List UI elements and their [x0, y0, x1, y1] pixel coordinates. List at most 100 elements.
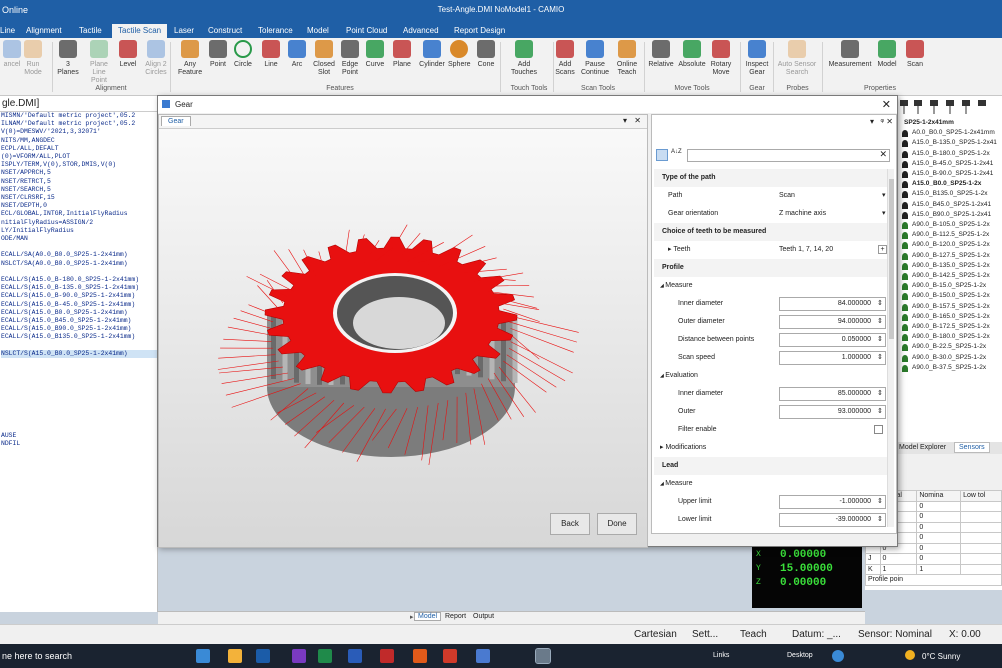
code-line[interactable]: ECALL/SA(A0.0_B0.0_SP25-1-2x41mm) [1, 251, 157, 259]
tab-alignment[interactable]: Alignment [26, 24, 62, 38]
spinner-icon[interactable]: ⇕ [877, 313, 883, 331]
tab-model[interactable]: Model [307, 24, 329, 38]
taskbar-app-icon[interactable] [380, 649, 394, 663]
tree-item[interactable]: A15.0_B-180.0_SP25-1-2x [898, 149, 1002, 159]
help-icon[interactable] [832, 650, 844, 662]
numeric-input[interactable]: 93.000000 [779, 405, 886, 419]
spinner-icon[interactable]: ⇕ [877, 349, 883, 367]
tree-item[interactable]: A90.0_B-165.0_SP25-1-2x [898, 312, 1002, 322]
close-view-icon[interactable]: ✕ [634, 116, 641, 125]
tab-laser[interactable]: Laser [174, 24, 194, 38]
tree-item[interactable]: A15.0_B90.0_SP25-1-2x41 [898, 210, 1002, 220]
tab-tactile[interactable]: Tactile [79, 24, 102, 38]
cylinder-button[interactable]: Cylinder [418, 40, 446, 69]
property-value[interactable]: Z machine axis [779, 205, 826, 223]
align-circles-button[interactable]: Align 2 Circles [144, 40, 168, 77]
numeric-input[interactable]: -39.000000 [779, 513, 886, 527]
three-planes-button[interactable]: 3 Planes [57, 40, 79, 77]
code-line[interactable]: MISMN/'Default metric project',05.2 [1, 112, 157, 120]
edit-icon[interactable]: + [878, 245, 887, 254]
code-line[interactable]: (0)=VFORM/ALL,PLOT [1, 153, 157, 161]
tree-item[interactable]: A15.0_B45.0_SP25-1-2x41 [898, 200, 1002, 210]
tab-report-design[interactable]: Report Design [454, 24, 505, 38]
code-line[interactable]: ECALL/S(A15.0_B135.0_SP25-1-2x41mm) [1, 333, 157, 341]
tab-model-explorer[interactable]: Model Explorer [899, 444, 946, 451]
property-row[interactable]: ◢ Measure [654, 277, 890, 295]
dropdown-icon[interactable]: ▾ [623, 116, 627, 125]
tree-item[interactable]: A90.0_B-142.5_SP25-1-2x [898, 271, 1002, 281]
status-settings[interactable]: Sett... [692, 629, 718, 640]
curve-button[interactable]: Curve [364, 40, 386, 69]
scroll-right-arrow[interactable]: ▸ [410, 613, 414, 621]
tab-construct[interactable]: Construct [208, 24, 242, 38]
clear-search-icon[interactable]: ✕ [879, 149, 887, 160]
rotary-move-button[interactable]: Rotary Move [708, 40, 734, 77]
taskbar-app-icon[interactable] [413, 649, 427, 663]
point-button[interactable]: Point [208, 40, 228, 69]
tree-item[interactable]: A15.0_B0.0_SP25-1-2x [898, 179, 1002, 189]
tree-item[interactable]: A15.0_B-135.0_SP25-1-2x41 [898, 138, 1002, 148]
taskbar-app-icon[interactable] [318, 649, 332, 663]
code-line[interactable]: NSLCT/SA(A0.0_B0.0_SP25-1-2x41mm) [1, 260, 157, 268]
code-line[interactable] [1, 424, 157, 432]
circle-button[interactable]: Circle [232, 40, 254, 69]
tab-advanced[interactable]: Advanced [403, 24, 439, 38]
taskbar-search[interactable]: ne here to search [2, 651, 72, 661]
plane-line-point-button[interactable]: Plane Line Point [88, 40, 110, 85]
code-line[interactable]: ECALL/S(A15.0_B-90.0_SP25-1-2x41mm) [1, 292, 157, 300]
property-row[interactable]: ◢ Evaluation [654, 367, 890, 385]
numeric-input[interactable]: 0.050000 [779, 333, 886, 347]
dropdown-arrow-icon[interactable]: ▾ [882, 205, 886, 223]
tree-item[interactable]: A90.0_B-172.5_SP25-1-2x [898, 322, 1002, 332]
code-line[interactable] [1, 366, 157, 374]
spinner-icon[interactable]: ⇕ [877, 295, 883, 313]
plane-button[interactable]: Plane [392, 40, 412, 69]
numeric-input[interactable]: 1.000000 [779, 351, 886, 365]
code-line[interactable]: ECALL/S(A15.0_B-45.0_SP25-1-2x41mm) [1, 301, 157, 309]
code-line[interactable]: ILNAM/'Default metric project',05.2 [1, 120, 157, 128]
code-line[interactable] [1, 342, 157, 350]
gear-3d-view[interactable]: Gear ▾ ✕ Back Done [158, 114, 648, 548]
tab-model-view[interactable]: Model [414, 612, 442, 621]
done-button[interactable]: Done [597, 513, 637, 535]
tree-item[interactable]: A90.0_B-157.5_SP25-1-2x [898, 302, 1002, 312]
add-touches-button[interactable]: Add Touches [504, 40, 544, 77]
tab-output[interactable]: Output [473, 613, 494, 620]
code-line[interactable]: nitialFlyRadius=ASSIGN/2 [1, 219, 157, 227]
panel-dropdown-icon[interactable]: ▾ [870, 117, 874, 126]
code-line[interactable] [1, 416, 157, 424]
code-line[interactable]: ECL/GLOBAL,INTGR,InitialFlyRadius [1, 210, 157, 218]
absolute-button[interactable]: Absolute [678, 40, 706, 69]
dmis-code[interactable]: MISMN/'Default metric project',05.2 ILNAM… [0, 112, 157, 448]
taskbar-app-icon[interactable] [443, 649, 457, 663]
status-sensor[interactable]: Sensor: Nominal [858, 629, 932, 640]
cancel-button[interactable]: ancel [2, 40, 22, 69]
property-row[interactable]: Type of the path [654, 169, 890, 187]
run-mode-button[interactable]: Run Mode [22, 40, 44, 77]
relative-button[interactable]: Relative [648, 40, 674, 69]
categorized-icon[interactable] [656, 149, 668, 161]
dropdown-arrow-icon[interactable]: ▾ [882, 187, 886, 205]
edge-point-button[interactable]: Edge Point [338, 40, 362, 77]
arc-button[interactable]: Arc [288, 40, 306, 69]
back-button[interactable]: Back [550, 513, 590, 535]
inspect-gear-button[interactable]: Inspect Gear [744, 40, 770, 77]
tree-item[interactable]: A90.0_B-180.0_SP25-1-2x [898, 332, 1002, 342]
taskbar-app-icon[interactable] [196, 649, 210, 663]
spinner-icon[interactable]: ⇕ [877, 403, 883, 421]
scrollbar[interactable] [887, 169, 894, 527]
code-line[interactable] [1, 399, 157, 407]
code-line[interactable]: ECALL/S(A15.0_B45.0_SP25-1-2x41mm) [1, 317, 157, 325]
code-line[interactable]: ECALL/S(A15.0_B-135.0_SP25-1-2x41mm) [1, 284, 157, 292]
close-icon[interactable]: ✕ [882, 98, 891, 111]
property-row[interactable]: Lead [654, 457, 890, 475]
tree-item[interactable]: A90.0_B-120.0_SP25-1-2x [898, 240, 1002, 250]
taskbar-desktop[interactable]: Desktop [787, 652, 813, 659]
code-line[interactable]: NDFIL [1, 440, 157, 448]
line-button[interactable]: Line [260, 40, 282, 69]
cone-button[interactable]: Cone [475, 40, 497, 69]
code-line[interactable]: NSLCT/S(A15.0_B0.0_SP25-1-2x41mm) [1, 349, 157, 359]
tree-item[interactable]: A15.0_B-45.0_SP25-1-2x41 [898, 159, 1002, 169]
taskbar-app-icon[interactable] [228, 649, 242, 663]
status-teach[interactable]: Teach [740, 629, 767, 640]
